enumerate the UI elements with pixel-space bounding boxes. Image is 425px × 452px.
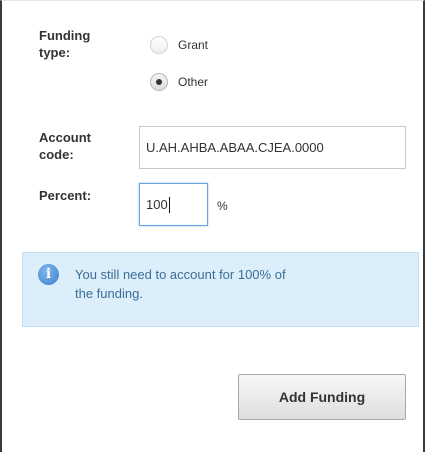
- radio-grant-button[interactable]: [150, 36, 168, 54]
- add-funding-button[interactable]: Add Funding: [238, 374, 406, 420]
- info-message-line1: You still need to account for 100% of: [75, 267, 286, 282]
- text-caret: [168, 196, 170, 213]
- percent-input[interactable]: 100: [139, 183, 208, 226]
- info-message-text: You still need to account for 100% of th…: [75, 265, 375, 303]
- funding-type-label: Funding type:: [39, 27, 90, 61]
- funding-panel: Funding type: Grant Other Account code: …: [0, 0, 425, 452]
- info-icon: i: [38, 264, 59, 285]
- info-message-line2: the funding.: [75, 286, 143, 301]
- info-message-box: i You still need to account for 100% of …: [22, 252, 419, 327]
- radio-grant-label[interactable]: Grant: [178, 38, 208, 52]
- percent-value: 100: [146, 197, 168, 212]
- account-code-label-line1: Account: [39, 130, 91, 145]
- radio-other[interactable]: Other: [150, 73, 208, 91]
- account-code-input[interactable]: U.AH.AHBA.ABAA.CJEA.0000: [139, 126, 406, 169]
- funding-type-label-line2: type:: [39, 45, 71, 60]
- percent-label: Percent:: [39, 188, 92, 203]
- funding-type-label-line1: Funding: [39, 28, 91, 43]
- radio-other-button[interactable]: [150, 73, 168, 91]
- radio-other-label[interactable]: Other: [178, 75, 208, 89]
- account-code-label: Account code:: [39, 129, 91, 163]
- account-code-value: U.AH.AHBA.ABAA.CJEA.0000: [146, 140, 324, 155]
- radio-selected-dot: [156, 79, 162, 85]
- account-code-label-line2: code:: [39, 147, 74, 162]
- radio-grant[interactable]: Grant: [150, 36, 208, 54]
- percent-unit: %: [217, 199, 228, 213]
